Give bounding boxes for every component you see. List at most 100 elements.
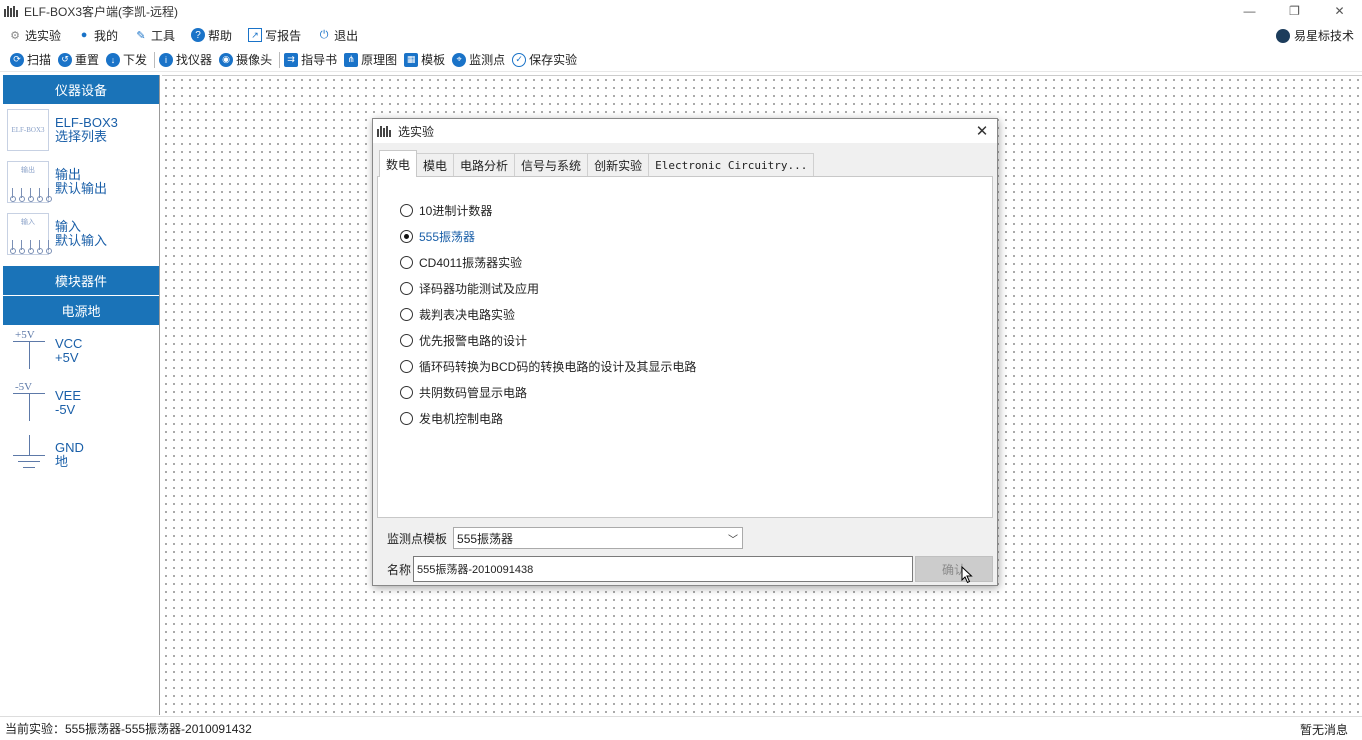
section-instruments[interactable]: 仪器设备: [3, 75, 159, 104]
current-experiment-status: 当前实验：555振荡器-555振荡器-2010091432: [5, 722, 252, 736]
camera-icon: ◉: [219, 52, 234, 67]
template-row: 监测点模板 555振荡器 ﹀: [387, 527, 744, 549]
item-name: VCC: [55, 336, 83, 351]
select-experiment-dialog: 选实验 ✕ 数电 模电 电路分析 信号与系统 创新实验 Electronic C…: [372, 118, 998, 586]
item-desc: -5V: [55, 402, 76, 417]
experiment-option[interactable]: 裁判表决电路实验: [400, 301, 696, 327]
experiment-option[interactable]: 共阴数码管显示电路: [400, 379, 696, 405]
tab-digital[interactable]: 数电: [379, 150, 418, 177]
menu-help[interactable]: ? 帮助: [191, 27, 232, 44]
ground-symbol-icon: [9, 433, 49, 477]
experiment-name-input[interactable]: 555振荡器-2010091438: [413, 556, 914, 582]
window-title: ELF-BOX3客户端(李凯-远程): [24, 4, 179, 19]
tab-circuit-analysis[interactable]: 电路分析: [453, 153, 516, 177]
toolbar-separator: [154, 51, 156, 68]
menu-write-report[interactable]: ↗ 写报告: [248, 27, 301, 44]
menu-tools[interactable]: ✎ 工具: [134, 27, 175, 44]
app-logo-icon: [4, 5, 18, 17]
radio-button[interactable]: [400, 281, 413, 295]
sidebar-item-vcc[interactable]: +5V VCC +5V: [3, 325, 159, 377]
item-name: 输出: [55, 167, 82, 182]
sidebar-item-elf-box3[interactable]: ELF-BOX3 ELF-BOX3 选择列表: [3, 104, 159, 156]
experiment-option[interactable]: 优先报警电路的设计: [400, 327, 696, 353]
user-icon: ●: [80, 29, 88, 41]
item-desc: 默认输出: [55, 181, 108, 196]
title-bar: ELF-BOX3客户端(李凯-远程) — ❐ ✕: [0, 0, 1362, 22]
confirm-button[interactable]: 确认: [915, 556, 993, 582]
message-status: 暂无消息: [1299, 723, 1348, 737]
radio-button[interactable]: [400, 203, 413, 217]
tab-analog[interactable]: 模电: [416, 153, 455, 177]
experiment-option[interactable]: 循环码转换为BCD码的转换电路的设计及其显示电路: [400, 353, 696, 379]
radio-button[interactable]: [400, 333, 413, 347]
tab-electronic-circuitry[interactable]: Electronic Circuitry...: [648, 153, 815, 177]
schematic-button[interactable]: ⋔ 原理图: [344, 51, 397, 68]
pin-icon: ⌖: [452, 52, 467, 67]
dialog-title-bar: 选实验 ✕: [373, 119, 997, 143]
restore-button[interactable]: ❐: [1272, 0, 1317, 22]
radio-button[interactable]: [400, 307, 413, 321]
radio-button-checked[interactable]: [400, 229, 413, 243]
experiment-option[interactable]: 发电机控制电路: [400, 405, 696, 431]
select-icon: ⚙: [10, 29, 20, 42]
download-button[interactable]: ↓ 下发: [106, 51, 147, 68]
input-thumbnail: 输入: [7, 213, 49, 255]
sidebar-item-vee[interactable]: -5V VEE -5V: [3, 377, 159, 429]
menu-mine[interactable]: ● 我的: [77, 27, 118, 44]
camera-button[interactable]: ◉ 摄像头: [219, 51, 272, 68]
experiment-option[interactable]: CD4011振荡器实验: [400, 249, 696, 275]
minimize-button[interactable]: —: [1227, 0, 1272, 22]
pins-icon: [12, 188, 52, 198]
dialog-title: 选实验: [398, 124, 435, 139]
template-button[interactable]: ▦ 模板: [404, 51, 445, 68]
name-label: 名称: [387, 562, 412, 577]
sidebar-item-input[interactable]: 输入 输入 默认输入: [3, 208, 159, 260]
item-desc: 默认输入: [55, 233, 108, 248]
close-icon[interactable]: ✕: [973, 122, 991, 140]
wrench-icon: ✎: [136, 29, 146, 42]
monitor-point-button[interactable]: ⌖ 监测点: [452, 51, 505, 68]
vcc-symbol-icon: +5V: [9, 329, 49, 373]
component-sidebar: 仪器设备 ELF-BOX3 ELF-BOX3 选择列表 输出 输出 默认输出 输…: [3, 75, 160, 715]
radio-button[interactable]: [400, 385, 413, 399]
experiment-option-selected[interactable]: 555振荡器: [400, 223, 696, 249]
info-icon: i: [159, 52, 174, 67]
menu-select-experiment[interactable]: ⚙ 选实验: [8, 27, 61, 44]
radio-button[interactable]: [400, 359, 413, 373]
sidebar-item-output[interactable]: 输出 输出 默认输出: [3, 156, 159, 208]
item-name: 输入: [55, 219, 82, 234]
toolbar-separator: [279, 51, 281, 68]
template-select[interactable]: 555振荡器 ﹀: [453, 527, 744, 549]
help-icon: ?: [191, 28, 206, 42]
experiment-options: 10进制计数器 555振荡器 CD4011振荡器实验 译码器功能测试及应用 裁判…: [400, 197, 696, 431]
template-icon: ▦: [404, 52, 419, 67]
guide-button[interactable]: ⇉ 指导书: [284, 51, 337, 68]
section-modules[interactable]: 模块器件: [3, 266, 159, 295]
input-thumb-label: 输入: [21, 218, 35, 226]
tab-innovation[interactable]: 创新实验: [587, 153, 650, 177]
menu-exit[interactable]: ⏻ 退出: [317, 27, 358, 44]
sidebar-item-gnd[interactable]: GND 地: [3, 429, 159, 481]
reset-button[interactable]: ↺ 重置: [58, 51, 99, 68]
schematic-icon: ⋔: [344, 52, 359, 67]
brand-link[interactable]: 易星标技术: [1275, 27, 1354, 44]
radio-button[interactable]: [400, 411, 413, 425]
item-name: VEE: [55, 388, 82, 403]
radio-button[interactable]: [400, 255, 413, 269]
find-instrument-button[interactable]: i 找仪器: [159, 51, 212, 68]
power-icon: ⏻: [319, 28, 329, 41]
item-desc: 地: [55, 454, 69, 469]
reset-icon: ↺: [58, 52, 73, 67]
item-desc: +5V: [55, 350, 79, 365]
experiment-option[interactable]: 10进制计数器: [400, 197, 696, 223]
experiment-option[interactable]: 译码器功能测试及应用: [400, 275, 696, 301]
scan-button[interactable]: ⟳ 扫描: [10, 51, 51, 68]
save-icon: ✓: [512, 52, 527, 67]
close-window-button[interactable]: ✕: [1317, 0, 1362, 22]
tab-signals-systems[interactable]: 信号与系统: [514, 153, 589, 177]
save-experiment-button[interactable]: ✓ 保存实验: [512, 51, 577, 68]
item-name: GND: [55, 440, 84, 455]
section-power[interactable]: 电源地: [3, 296, 159, 325]
output-thumbnail: 输出: [7, 161, 49, 203]
status-bar: 当前实验：555振荡器-555振荡器-2010091432 暂无消息: [0, 716, 1362, 740]
